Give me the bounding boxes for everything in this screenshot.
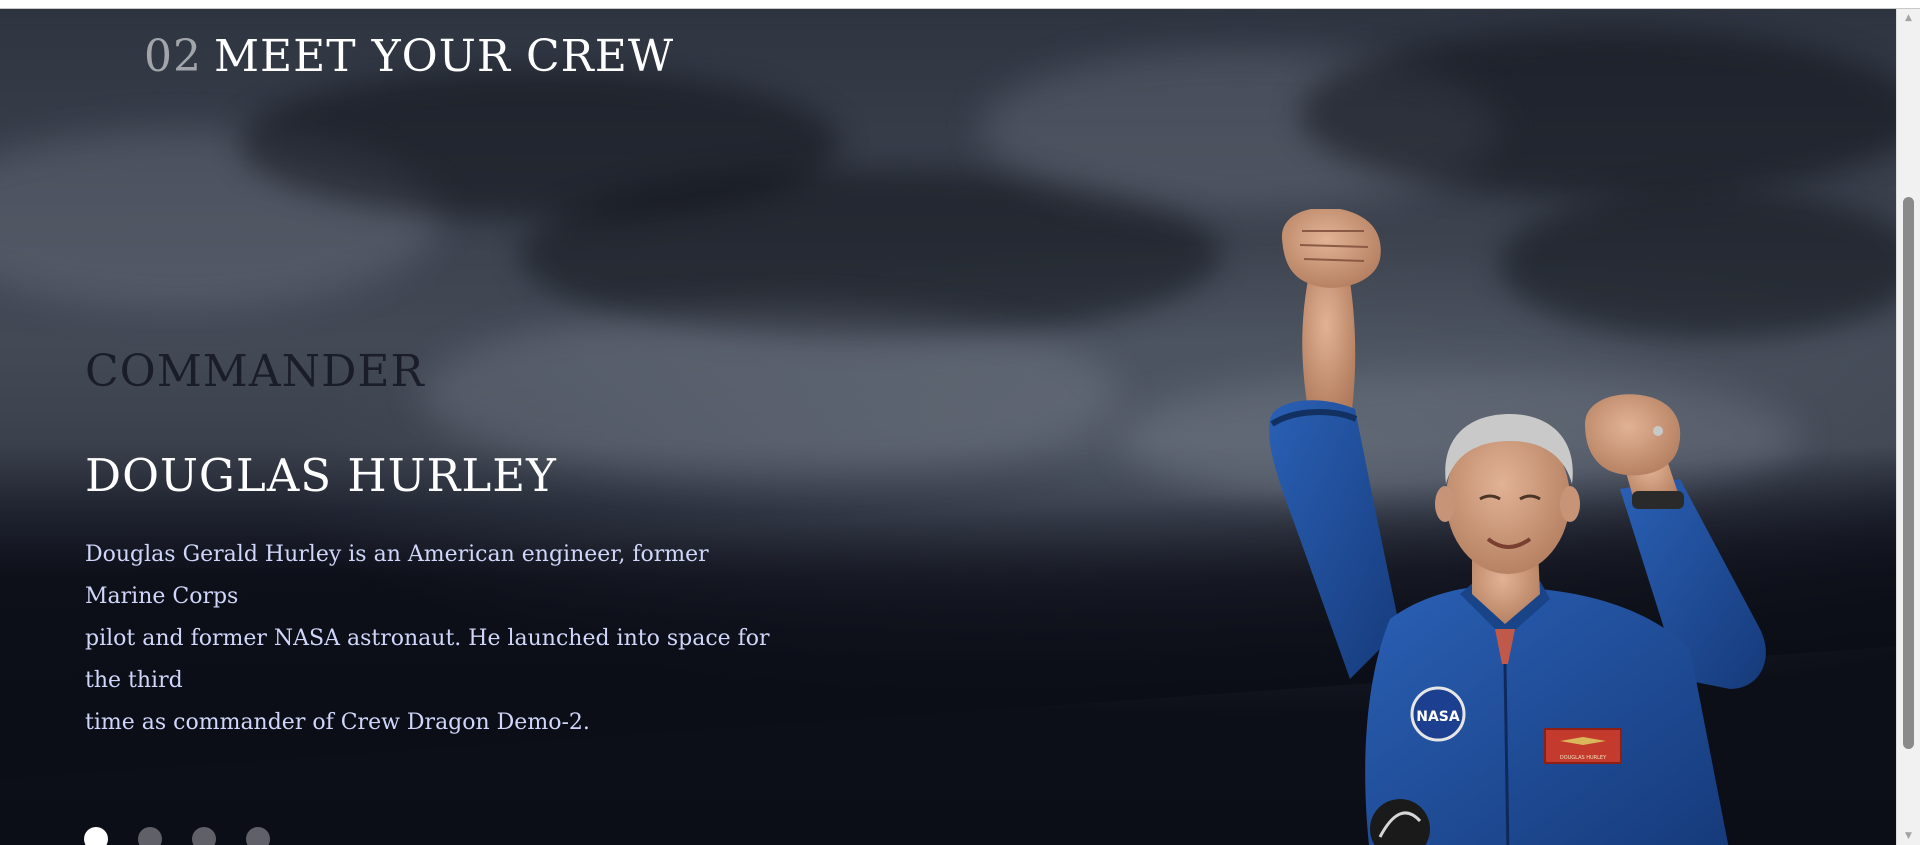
crew-page: 02 MEET YOUR CREW COMMANDER DOUGLAS HURLE… [0,9,1897,845]
name-tag-text: DOUGLAS HURLEY [1560,755,1607,761]
earth-cloud [1300,29,1897,199]
browser-top-border [0,0,1920,9]
crew-name: DOUGLAS HURLEY [85,449,557,502]
page-heading: 02 MEET YOUR CREW [144,31,674,82]
earth-cloud [980,49,1500,209]
crew-bio-line: time as commander of Crew Dragon Demo-2. [85,710,590,735]
scrollbar-thumb[interactable] [1903,197,1914,749]
crew-role: COMMANDER [85,346,425,397]
carousel-dot-1[interactable] [84,827,108,845]
crew-bio: Douglas Gerald Hurley is an American eng… [85,534,775,744]
scroll-up-arrow-icon[interactable]: ▲ [1897,9,1920,27]
scroll-down-arrow-icon[interactable]: ▼ [1897,827,1920,845]
earth-cloud [520,169,1220,339]
crew-member-image: NASA DOUGLAS HURLEY [1269,209,1766,845]
nasa-badge-text: NASA [1416,709,1460,725]
page-scrollbar[interactable]: ▲ ▼ [1896,9,1920,845]
crew-carousel-dots [84,827,270,845]
page-heading-title: MEET YOUR CREW [214,31,675,82]
earth-cloud [0,129,440,309]
carousel-dot-4[interactable] [246,827,270,845]
earth-cloud [240,69,840,219]
crew-bio-line: pilot and former NASA astronaut. He laun… [85,626,770,693]
carousel-dot-3[interactable] [192,827,216,845]
page-heading-number: 02 [144,31,202,82]
crew-bio-line: Douglas Gerald Hurley is an American eng… [85,542,709,609]
carousel-dot-2[interactable] [138,827,162,845]
